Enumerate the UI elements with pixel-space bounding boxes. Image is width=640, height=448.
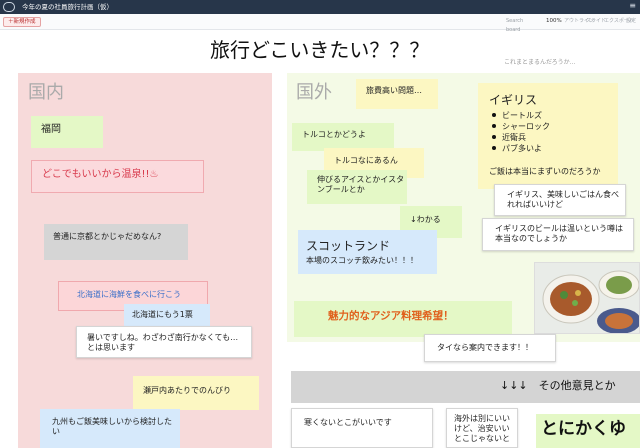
toolbar: ＋新規作成 Search board 100% アウトライン スライド エクスポ… (0, 14, 640, 33)
uk-bullet: ビートルズ (502, 111, 542, 120)
sticky-fukuoka[interactable]: 福岡 (31, 116, 103, 148)
scotland-note: 本場のスコッチ飲みたい！！！ (306, 256, 418, 265)
reply-uk-beer[interactable]: イギリスのビールは温いという噂は本当なのでしょうか (482, 218, 634, 251)
tool-slide[interactable]: スライド (586, 17, 606, 26)
sticky-no-south[interactable]: 暑いですしね。わざわざ南行かなくても…とは思います (76, 326, 252, 358)
zoom-level[interactable]: 100% (546, 17, 562, 26)
food-photo[interactable] (534, 262, 640, 334)
sticky-asian-food[interactable]: 魅力的なアジア料理希望！ (294, 301, 512, 337)
sticky-cost[interactable]: 旅費高い問題… (356, 79, 438, 109)
tool-settings[interactable]: 設定 (626, 17, 636, 26)
sticky-setouchi[interactable]: 瀬戸内あたりでのんびり (133, 376, 259, 410)
sticky-thailand[interactable]: タイなら案内できます！！ (424, 334, 556, 362)
new-button[interactable]: ＋新規作成 (3, 17, 41, 27)
sticky-istanbul[interactable]: 伸びるアイスとかイスタンブールとか (307, 170, 407, 204)
board-heading: 旅行どこいきたい？？？ (210, 38, 430, 62)
uk-title: イギリス (489, 93, 538, 107)
reply-uk-food[interactable]: イギリス、美味しいごはん食べれればいいけど (494, 184, 626, 216)
sticky-safety[interactable]: 海外は別にいいけど、治安いいとこじゃないと (446, 408, 518, 448)
uk-bullet: 近衛兵 (502, 133, 526, 142)
sticky-kyushu[interactable]: 九州もご飯美味しいから検討したい (40, 409, 180, 448)
app-logo-icon[interactable] (3, 2, 15, 12)
uk-bullet: シャーロック (502, 122, 550, 131)
sticky-uk[interactable]: イギリス ビートルズ シャーロック 近衛兵 パブ多いよ ご飯は本当にまずいのだろ… (478, 83, 618, 189)
sticky-turkey[interactable]: トルコとかどうよ (292, 123, 394, 151)
bullet-icon (492, 124, 496, 128)
sticky-hokkaido-vote[interactable]: 北海道にもう1票 (124, 304, 210, 326)
sticky-onsen[interactable]: どこでもいいから温泉!!♨ (31, 160, 204, 193)
board-title: 今年の夏の社員旅行計画（仮） (22, 3, 113, 11)
domestic-label: 国内 (28, 82, 64, 103)
other-header: ↓↓↓ その他意見とか (291, 371, 640, 403)
bullet-icon (492, 146, 496, 150)
uk-bullet: パブ多いよ (502, 144, 542, 153)
bullet-icon (492, 135, 496, 139)
title-bar: 今年の夏の社員旅行計画（仮） ≡ (0, 0, 640, 14)
overseas-label: 国外 (296, 82, 332, 103)
food-photo-image (535, 263, 639, 333)
menu-icon[interactable]: ≡ (629, 1, 636, 10)
uk-note: ご飯は本当にまずいのだろうか (489, 167, 601, 176)
sticky-anyway[interactable]: とにかくゆ (536, 414, 640, 448)
board-subnote: これまとまるんだろうか… (504, 59, 576, 66)
other-header-text: ↓↓↓ その他意見とか (500, 379, 616, 392)
sticky-not-cold[interactable]: 寒くないとこがいいです (291, 408, 433, 448)
sticky-kyoto[interactable]: 普通に京都とかじゃだめなん? (44, 224, 188, 260)
search-input[interactable]: Search board (506, 17, 538, 33)
sticky-scotland[interactable]: スコットランド 本場のスコッチ飲みたい！！！ (298, 230, 437, 274)
scotland-title: スコットランド (306, 239, 391, 253)
bullet-icon (492, 113, 496, 117)
